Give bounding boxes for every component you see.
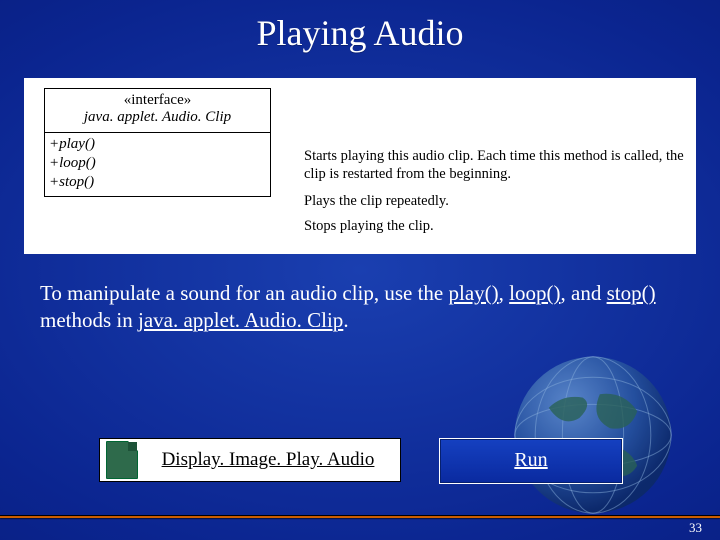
- desc-loop: Plays the clip repeatedly.: [304, 193, 684, 211]
- button-row: Display. Image. Play. Audio Run: [100, 433, 680, 485]
- ref-stop: stop(): [607, 281, 656, 305]
- desc-stop: Stops playing the clip.: [304, 218, 684, 236]
- slide-title: Playing Audio: [0, 0, 720, 54]
- footer-divider: [0, 515, 720, 518]
- document-icon: [106, 441, 138, 479]
- ref-play: play(): [449, 281, 499, 305]
- run-button[interactable]: Run: [440, 439, 622, 483]
- uml-method-play: +play(): [49, 135, 266, 154]
- slide-number: 33: [689, 520, 702, 536]
- uml-class-name: java. applet. Audio. Clip: [47, 109, 268, 126]
- uml-class-box: «interface» java. applet. Audio. Clip +p…: [44, 88, 271, 197]
- uml-method-stop: +stop(): [49, 173, 266, 192]
- desc-play: Starts playing this audio clip. Each tim…: [304, 148, 684, 183]
- uml-diagram-panel: «interface» java. applet. Audio. Clip +p…: [24, 78, 696, 254]
- body-text: To manipulate a sound for an audio clip,…: [40, 280, 680, 334]
- uml-methods: +play() +loop() +stop(): [45, 133, 270, 196]
- uml-method-loop: +loop(): [49, 154, 266, 173]
- example-file-button[interactable]: Display. Image. Play. Audio: [100, 439, 400, 481]
- ref-class: java. applet. Audio. Clip: [138, 308, 343, 332]
- example-file-label: Display. Image. Play. Audio: [146, 449, 400, 471]
- uml-header: «interface» java. applet. Audio. Clip: [45, 89, 270, 133]
- uml-stereotype: «interface»: [47, 92, 268, 109]
- ref-loop: loop(): [509, 281, 560, 305]
